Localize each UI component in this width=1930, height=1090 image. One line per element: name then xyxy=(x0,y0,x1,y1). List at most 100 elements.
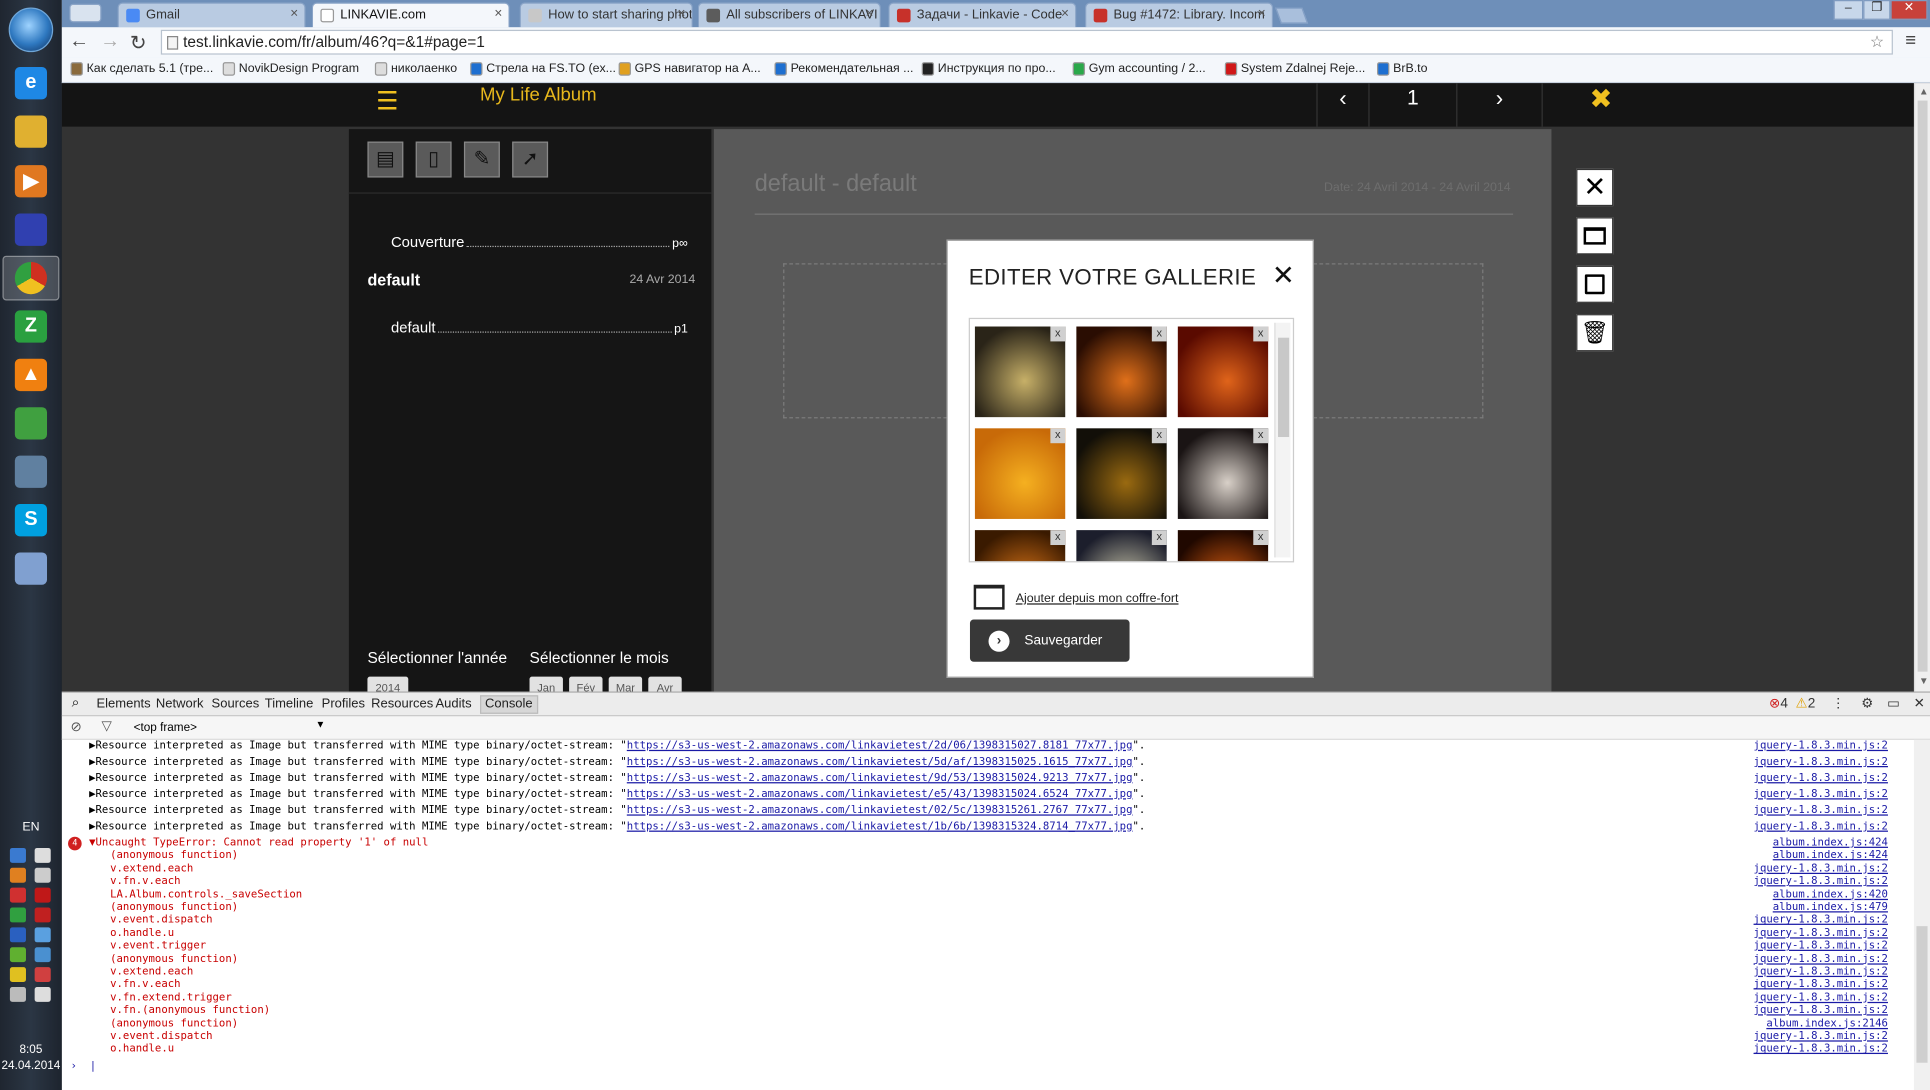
remove-thumbnail-button[interactable]: x xyxy=(1253,530,1269,546)
console-scrollbar[interactable] xyxy=(1913,739,1930,1090)
console-error-line[interactable]: ▼Uncaught TypeError: Cannot read propert… xyxy=(89,837,428,850)
taskbar-app[interactable]: S xyxy=(2,498,59,543)
close-tab-icon[interactable]: × xyxy=(677,6,685,21)
forward-icon[interactable]: → xyxy=(100,31,120,53)
start-button[interactable] xyxy=(8,7,54,53)
source-link[interactable]: jquery-1.8.3.min.js:2 xyxy=(1754,966,1888,979)
warning-count[interactable]: 2 xyxy=(1808,696,1816,711)
devtools-tab[interactable]: Console xyxy=(480,695,538,714)
add-from-vault-link[interactable]: Ajouter depuis mon coffre-fort xyxy=(1016,592,1179,606)
address-bar[interactable]: test.linkavie.com/fr/album/46?q=&1#page=… xyxy=(160,29,1893,55)
hamburger-menu-icon[interactable]: ☰ xyxy=(376,86,398,117)
save-icon[interactable] xyxy=(1576,265,1614,303)
bookmark-item[interactable]: GPS навигатор на А... xyxy=(618,62,761,76)
gallery-thumbnail[interactable]: x xyxy=(1076,326,1167,418)
bookmark-item[interactable]: System Zdalnej Reje... xyxy=(1224,62,1365,76)
gallery-thumbnail[interactable]: x xyxy=(1076,530,1167,562)
tray-icon[interactable] xyxy=(9,847,26,863)
source-link[interactable]: album.index.js:424 xyxy=(1773,850,1888,863)
browser-tab[interactable]: LINKAVIE.com × xyxy=(311,2,510,28)
tray-icon[interactable] xyxy=(34,927,51,943)
taskbar-app[interactable]: ▶ xyxy=(2,159,59,204)
bluetooth-icon[interactable] xyxy=(9,927,26,943)
console-prompt[interactable]: › | xyxy=(71,1060,97,1073)
menu-icon[interactable]: ≡ xyxy=(1905,30,1916,51)
browser-tab[interactable]: Bug #1472: Library. Incom × xyxy=(1085,2,1274,28)
month-chip[interactable]: Fév xyxy=(569,676,603,692)
resource-url[interactable]: https://s3-us-west-2.amazonaws.com/linka… xyxy=(627,788,1133,800)
close-tab-icon[interactable]: × xyxy=(1258,6,1266,21)
source-link[interactable]: jquery-1.8.3.min.js:2 xyxy=(1754,953,1888,966)
scroll-up-arrow[interactable]: ▲ xyxy=(1919,86,1929,97)
close-tab-icon[interactable]: × xyxy=(494,6,502,21)
source-link[interactable]: album.index.js:479 xyxy=(1773,901,1888,914)
console-warning-line[interactable]: ▶Resource interpreted as Image but trans… xyxy=(89,821,1145,834)
bookmark-item[interactable]: BrB.to xyxy=(1377,62,1427,76)
resource-url[interactable]: https://s3-us-west-2.amazonaws.com/linka… xyxy=(627,772,1133,784)
close-icon[interactable]: ✕ xyxy=(1576,168,1614,207)
tray-icon[interactable] xyxy=(34,867,51,883)
gallery-thumbnail[interactable]: x xyxy=(1177,326,1269,418)
dock-icon[interactable]: ▭ xyxy=(1887,696,1900,711)
gallery-thumbnail[interactable]: x xyxy=(1076,428,1167,519)
back-icon[interactable]: ← xyxy=(69,31,89,53)
add-section-icon[interactable]: ▤ xyxy=(367,141,404,178)
tray-icon[interactable] xyxy=(34,887,51,903)
gallery-thumbnail[interactable]: x xyxy=(974,326,1066,418)
tray-icon[interactable] xyxy=(34,947,51,963)
error-count[interactable]: 4 xyxy=(1780,696,1788,711)
bookmark-item[interactable]: Gym accounting / 2... xyxy=(1072,62,1206,76)
close-tab-icon[interactable]: × xyxy=(865,6,873,21)
bookmark-item[interactable]: NovikDesign Program xyxy=(222,62,359,76)
filter-icon[interactable]: ▽ xyxy=(101,718,111,734)
source-link[interactable]: jquery-1.8.3.min.js:2 xyxy=(1754,788,1888,801)
devtools-tab[interactable]: Network xyxy=(156,696,204,711)
remove-thumbnail-button[interactable]: x xyxy=(1151,428,1167,444)
gallery-scroll-thumb[interactable] xyxy=(1278,337,1290,438)
resource-url[interactable]: https://s3-us-west-2.amazonaws.com/linka… xyxy=(627,740,1133,752)
tray-icon[interactable] xyxy=(34,967,51,983)
source-link[interactable]: jquery-1.8.3.min.js:2 xyxy=(1754,821,1888,834)
devtools-close-icon[interactable]: ✕ xyxy=(1914,696,1925,711)
taskbar-app[interactable] xyxy=(2,207,59,252)
devtools-tab[interactable]: Timeline xyxy=(265,696,314,711)
network-icon[interactable] xyxy=(9,986,26,1002)
save-gallery-button[interactable]: › Sauvegarder xyxy=(969,619,1130,662)
taskbar-app[interactable] xyxy=(2,255,60,301)
new-page-icon[interactable]: ▯ xyxy=(415,141,452,178)
console-scroll-thumb[interactable] xyxy=(1916,926,1928,1063)
source-link[interactable]: jquery-1.8.3.min.js:2 xyxy=(1754,992,1888,1005)
bookmark-star-icon[interactable]: ☆ xyxy=(1870,32,1884,52)
taskbar-app[interactable] xyxy=(2,449,59,494)
edit-icon[interactable]: ✎ xyxy=(463,141,500,178)
remove-thumbnail-button[interactable]: x xyxy=(1253,326,1269,342)
next-page-button[interactable]: › xyxy=(1456,83,1543,127)
source-link[interactable]: jquery-1.8.3.min.js:2 xyxy=(1754,927,1888,940)
scroll-thumb[interactable] xyxy=(1917,100,1928,672)
remove-thumbnail-button[interactable]: x xyxy=(1151,326,1167,342)
bookmark-item[interactable]: Рекомендательная ... xyxy=(774,62,913,76)
resource-url[interactable]: https://s3-us-west-2.amazonaws.com/linka… xyxy=(627,756,1133,768)
toc-cover-item[interactable]: Couverture p∞ xyxy=(391,233,688,250)
tray-icon[interactable] xyxy=(9,907,26,923)
remove-thumbnail-button[interactable]: x xyxy=(1050,326,1066,342)
source-link[interactable]: jquery-1.8.3.min.js:2 xyxy=(1754,1030,1888,1043)
source-link[interactable]: jquery-1.8.3.min.js:2 xyxy=(1754,772,1888,785)
devtools-tab[interactable]: Sources xyxy=(212,696,260,711)
year-chip[interactable]: 2014 xyxy=(367,676,409,692)
tray-icon[interactable] xyxy=(34,847,51,863)
reload-icon[interactable]: ↻ xyxy=(130,31,147,56)
source-link[interactable]: jquery-1.8.3.min.js:2 xyxy=(1754,804,1888,817)
execute-icon[interactable]: ⋮ xyxy=(1831,696,1845,711)
gallery-thumbnail[interactable]: x xyxy=(974,428,1066,519)
remove-thumbnail-button[interactable]: x xyxy=(1151,530,1167,546)
language-indicator[interactable]: EN xyxy=(0,821,62,835)
source-link[interactable]: album.index.js:2146 xyxy=(1766,1018,1888,1031)
folder-icon[interactable] xyxy=(1576,217,1614,255)
new-tab-button[interactable] xyxy=(1275,7,1309,24)
taskbar-app[interactable] xyxy=(2,401,59,446)
console-warning-line[interactable]: ▶Resource interpreted as Image but trans… xyxy=(89,740,1145,753)
console-warning-line[interactable]: ▶Resource interpreted as Image but trans… xyxy=(89,772,1145,785)
taskbar-app[interactable]: Z xyxy=(2,304,59,349)
bookmark-item[interactable]: Инструкция по про... xyxy=(921,62,1056,76)
